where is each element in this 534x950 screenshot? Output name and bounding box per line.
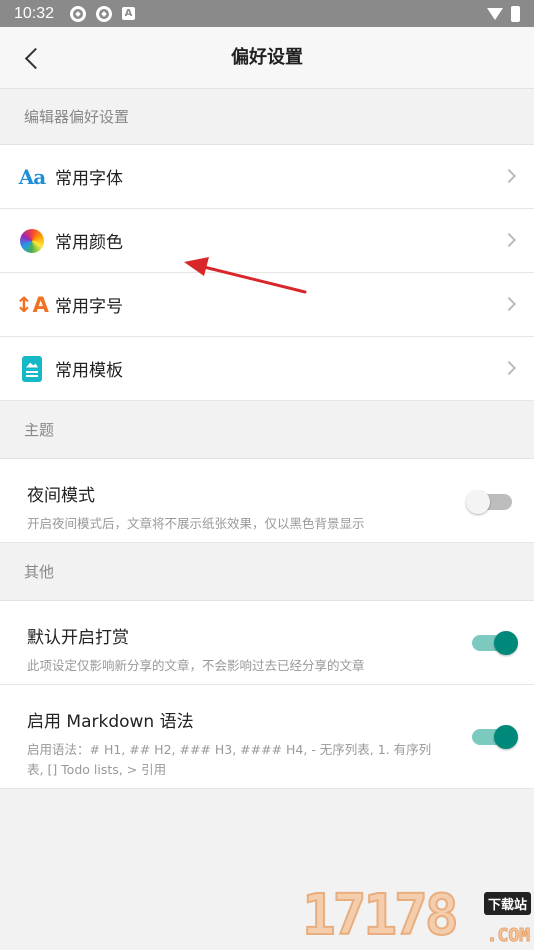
back-button[interactable]	[18, 43, 48, 73]
battery-icon	[511, 5, 520, 22]
setting-item-label: 常用字号	[55, 297, 123, 317]
setting-title: 默认开启打赏	[27, 628, 129, 648]
setting-item-font-size[interactable]: ↕A 常用字号	[0, 273, 534, 337]
setting-item-template[interactable]: 常用模板	[0, 337, 534, 401]
setting-description: 启用语法：# H1, ## H2, ### H3, #### H4, - 无序列…	[27, 742, 432, 777]
chevron-right-icon	[501, 296, 517, 312]
setting-item-font[interactable]: Aa 常用字体	[0, 145, 534, 209]
night-mode-toggle[interactable]	[466, 490, 512, 514]
template-icon	[17, 354, 47, 384]
watermark-logo: 17178 下载站 .COM	[301, 882, 531, 949]
font-icon: Aa	[18, 164, 47, 189]
chevron-right-icon	[501, 360, 517, 376]
setting-description: 此项设定仅影响新分享的文章，不会影响过去已经分享的文章	[27, 658, 365, 673]
a-icon: A	[122, 7, 136, 20]
font-size-icon: ↕A	[15, 292, 49, 317]
color-wheel-icon	[17, 226, 47, 256]
setting-description: 开启夜间模式后，文章将不展示纸张效果，仅以黑色背景显示	[27, 516, 365, 531]
reward-toggle[interactable]	[472, 631, 518, 655]
title-bar: 偏好设置	[0, 27, 534, 89]
setting-item-color[interactable]: 常用颜色	[0, 209, 534, 273]
status-time: 10:32	[14, 4, 55, 22]
setting-night-mode: 夜间模式 开启夜间模式后，文章将不展示纸张效果，仅以黑色背景显示	[0, 459, 534, 543]
setting-item-label: 常用字体	[55, 169, 123, 189]
section-header-theme: 主题	[0, 401, 534, 459]
wifi-icon	[487, 7, 503, 20]
setting-reward: 默认开启打赏 此项设定仅影响新分享的文章，不会影响过去已经分享的文章	[0, 601, 534, 685]
status-bar: 10:32 A	[0, 0, 534, 27]
chevron-right-icon	[501, 168, 517, 184]
markdown-toggle[interactable]	[472, 725, 518, 749]
setting-title: 夜间模式	[27, 486, 95, 506]
setting-item-label: 常用颜色	[55, 233, 123, 253]
chevron-right-icon	[501, 232, 517, 248]
setting-item-label: 常用模板	[55, 361, 123, 381]
section-header-editor: 编辑器偏好设置	[0, 89, 534, 145]
gear-icon	[96, 5, 113, 22]
setting-markdown: 启用 Markdown 语法 启用语法：# H1, ## H2, ### H3,…	[0, 685, 534, 789]
setting-title: 启用 Markdown 语法	[27, 712, 194, 732]
gear-icon	[70, 5, 87, 22]
section-header-other: 其他	[0, 543, 534, 601]
page-title: 偏好设置	[231, 47, 303, 68]
